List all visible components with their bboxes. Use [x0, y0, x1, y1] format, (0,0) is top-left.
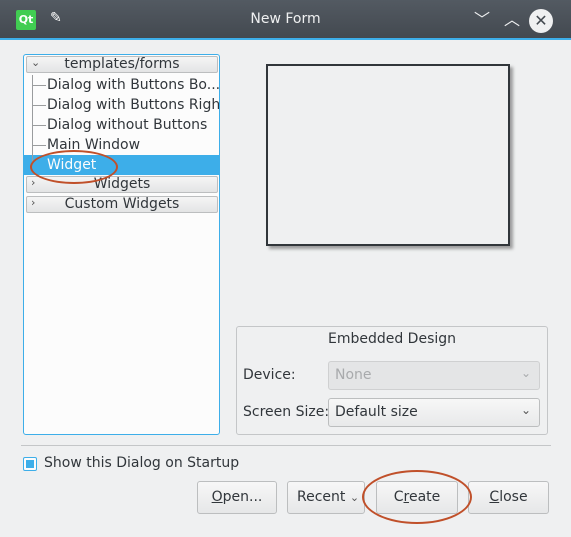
title-bar[interactable]: Qt ✎ New Form ﹀ ︿ ✕ — [0, 0, 571, 40]
create-button[interactable]: Create — [376, 481, 458, 514]
open-button[interactable]: Open... — [197, 481, 277, 514]
maximize-button[interactable]: ︿ — [500, 8, 524, 32]
embedded-design-title: Embedded Design — [327, 331, 457, 347]
tree-item-main-window[interactable]: Main Window — [24, 135, 219, 155]
template-tree[interactable]: ⌄ templates/forms Dialog with Buttons Bo… — [23, 54, 220, 435]
category-widgets[interactable]: › Widgets — [26, 176, 218, 193]
category-templates-forms[interactable]: ⌄ templates/forms — [26, 56, 218, 73]
chevron-down-icon: ⌄ — [349, 491, 360, 504]
device-combo: None ⌄ — [328, 361, 540, 390]
embedded-design-group: Embedded Design Device: None ⌄ Screen Si… — [236, 326, 548, 435]
device-label: Device: — [243, 367, 296, 383]
chevron-down-icon: ⌄ — [520, 403, 531, 417]
form-preview — [266, 64, 510, 246]
chevron-down-icon: ⌄ — [520, 366, 531, 380]
startup-checkbox-label[interactable]: Show this Dialog on Startup — [44, 455, 239, 471]
recent-button[interactable]: Recent ⌄ — [287, 481, 365, 514]
screen-size-label: Screen Size: — [243, 404, 330, 420]
close-button[interactable]: Close — [468, 481, 549, 514]
category-custom-widgets[interactable]: › Custom Widgets — [26, 196, 218, 213]
screen-size-combo[interactable]: Default size ⌄ — [328, 398, 540, 427]
close-window-button[interactable]: ✕ — [529, 9, 553, 33]
tree-item-widget[interactable]: Widget — [24, 155, 219, 175]
tree-item-dialog-buttons-bottom[interactable]: Dialog with Buttons Bo... — [24, 75, 219, 95]
tree-item-dialog-buttons-right[interactable]: Dialog with Buttons Right — [24, 95, 219, 115]
separator — [21, 445, 551, 446]
tree-item-dialog-without-buttons[interactable]: Dialog without Buttons — [24, 115, 219, 135]
startup-checkbox[interactable] — [23, 457, 37, 471]
minimize-button[interactable]: ﹀ — [470, 8, 494, 32]
